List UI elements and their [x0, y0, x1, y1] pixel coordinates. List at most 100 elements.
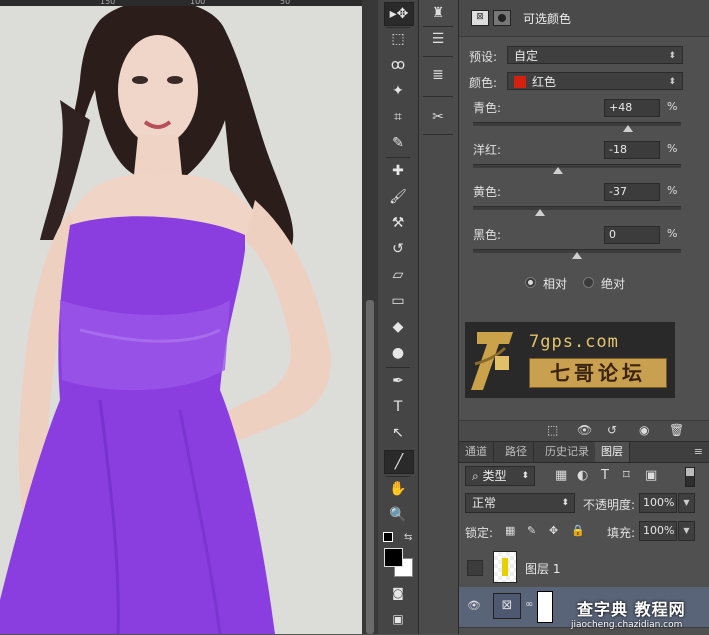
cyan-slider-track[interactable] [473, 122, 681, 126]
cyan-value-input[interactable]: +48 [604, 99, 660, 117]
paragraph-icon[interactable]: ≣ [427, 64, 449, 86]
dock-divider [423, 56, 453, 57]
magenta-value-input[interactable]: -18 [604, 141, 660, 159]
tool-divider [386, 367, 410, 368]
lock-all-icon[interactable]: 🔒 [571, 524, 585, 537]
fill-dropdown-button[interactable]: ▼ [678, 521, 695, 541]
lock-image-icon[interactable]: ✎ [527, 524, 536, 537]
black-pct: % [667, 227, 678, 240]
tab-layers[interactable]: 图层 [595, 442, 630, 462]
trash-icon[interactable]: 🗑 [669, 423, 684, 437]
magic-wand-tool-icon[interactable]: ✦ [384, 80, 412, 102]
eraser-tool-icon[interactable]: ▱ [384, 264, 412, 286]
colors-dropdown[interactable]: 红色 ⬍ [507, 72, 683, 90]
clip-to-layer-icon[interactable]: ⬚ [547, 423, 558, 437]
adjustment-layer-icon[interactable]: ⊠ [471, 10, 489, 26]
history-brush-tool-icon[interactable]: ↺ [384, 238, 412, 260]
yellow-slider-track[interactable] [473, 206, 681, 210]
opacity-dropdown-button[interactable]: ▼ [678, 493, 695, 513]
move-tool-icon[interactable]: ▸✥ [384, 2, 414, 26]
panel-menu-icon[interactable]: ≡ [694, 445, 703, 458]
view-previous-icon[interactable]: 👁 [577, 423, 592, 437]
cyan-label: 青色: [473, 101, 502, 115]
absolute-radio[interactable] [583, 277, 594, 288]
tool-divider [386, 476, 410, 477]
tab-paths[interactable]: 路径 [499, 442, 534, 462]
yellow-slider-thumb[interactable] [535, 209, 545, 216]
line-tool-icon[interactable]: ╱ [384, 450, 414, 474]
gradient-tool-icon[interactable]: ▭ [384, 290, 412, 312]
reset-icon[interactable]: ↺ [607, 423, 617, 437]
marquee-tool-icon[interactable]: ⬚ [384, 28, 412, 50]
adjustments-icon[interactable]: ☰ [427, 28, 449, 50]
magenta-slider-thumb[interactable] [553, 167, 563, 174]
filter-type-icon[interactable]: T [601, 468, 609, 483]
yellow-value-input[interactable]: -37 [604, 183, 660, 201]
hand-tool-icon[interactable]: ✋ [384, 478, 412, 500]
quick-mask-icon[interactable]: ◙ [384, 582, 412, 604]
properties-footer: ⬚ 👁 ↺ ◉ 🗑 [459, 420, 709, 441]
site-watermark: 查字典 教程网 jiaocheng.chazidian.com [571, 590, 709, 635]
filter-toggle[interactable] [685, 467, 695, 487]
cyan-slider-thumb[interactable] [623, 125, 633, 132]
swap-colors-icon[interactable]: ⇆ [404, 532, 412, 543]
brush-tool-icon[interactable]: 🖌 [384, 186, 412, 208]
tab-channels[interactable]: 通道 [459, 442, 494, 462]
filter-adjustment-icon[interactable]: ◐ [577, 468, 588, 483]
crop-tool-icon[interactable]: ⌗ [384, 106, 412, 128]
blend-mode-dropdown[interactable]: 正常 ⬍ [465, 493, 575, 513]
chevron-updown-icon: ⬍ [668, 51, 676, 61]
tab-history[interactable]: 历史记录 [539, 442, 596, 462]
mask-icon[interactable] [493, 10, 511, 26]
ruler-tick: 50 [280, 0, 291, 6]
properties-panel: ⊠ 可选颜色 预设: 自定 ⬍ 颜色: 红色 ⬍ 青色: +48 % 洋红: -… [459, 0, 709, 441]
chain-link-icon[interactable]: ∞ [525, 599, 533, 610]
dock-divider [423, 96, 453, 97]
zoom-tool-icon[interactable]: 🔍 [384, 504, 412, 526]
photo-woman-purple-dress [0, 0, 362, 634]
eyedropper-tool-icon[interactable]: ✎ [384, 132, 412, 154]
layers-panel: 通道 路径 历史记录 图层 ≡ ⌕ 类型 ⬍ ▦ ◐ T ⌑ ▣ 正常 ⬍ 不透… [459, 441, 709, 635]
lock-transparent-icon[interactable]: ▦ [505, 524, 515, 537]
filter-kind-dropdown[interactable]: ⌕ 类型 ⬍ [465, 466, 535, 486]
healing-brush-tool-icon[interactable]: ✚ [384, 160, 412, 182]
foreground-color-swatch[interactable] [384, 548, 403, 567]
colors-label: 颜色: [469, 76, 498, 90]
type-tool-icon[interactable]: T [384, 396, 412, 418]
collapsed-panel-dock: ♜ ☰ ≣ ✂ [419, 0, 459, 634]
document-canvas[interactable] [0, 0, 362, 634]
path-selection-tool-icon[interactable]: ↖ [384, 422, 412, 444]
default-colors-icon[interactable] [383, 532, 393, 542]
black-value-input[interactable]: 0 [604, 226, 660, 244]
visibility-toggle-empty[interactable] [467, 560, 483, 576]
blur-tool-icon[interactable]: ◆ [384, 316, 412, 338]
lock-position-icon[interactable]: ✥ [549, 524, 558, 537]
tools-icon[interactable]: ✂ [427, 106, 449, 128]
layer-mask-thumbnail[interactable] [537, 591, 553, 623]
lasso-tool-icon[interactable]: ꝏ [384, 54, 412, 76]
tool-presets-icon[interactable]: ♜ [427, 2, 449, 24]
screen-mode-icon[interactable]: ▣ [384, 608, 412, 630]
preset-dropdown[interactable]: 自定 ⬍ [507, 46, 683, 64]
filter-pixel-icon[interactable]: ▦ [555, 468, 567, 483]
dock-divider [423, 134, 453, 135]
colors-value: 红色 [532, 75, 557, 89]
opacity-input[interactable]: 100% [639, 493, 677, 513]
visibility-icon[interactable]: ◉ [639, 423, 649, 437]
filter-shape-icon[interactable]: ⌑ [623, 468, 630, 483]
layer-row[interactable]: 图层 1 [459, 547, 709, 588]
filter-smart-object-icon[interactable]: ▣ [645, 468, 657, 483]
tools-panel: ▸✥ ⬚ ꝏ ✦ ⌗ ✎ ✚ 🖌 ⚒ ↺ ▱ ▭ ◆ ● ✒ T ↖ ╱ ✋ 🔍… [378, 0, 419, 634]
pen-tool-icon[interactable]: ✒ [384, 370, 412, 392]
dodge-tool-icon[interactable]: ● [384, 342, 412, 364]
scrollbar-thumb[interactable] [366, 300, 374, 634]
layer-name[interactable]: 图层 1 [525, 560, 560, 577]
fill-input[interactable]: 100% [639, 521, 677, 541]
relative-radio[interactable] [525, 277, 536, 288]
forum-watermark: 7gps.com 七哥论坛 [465, 322, 675, 398]
black-slider-thumb[interactable] [572, 252, 582, 259]
black-label: 黑色: [473, 228, 502, 242]
clone-stamp-tool-icon[interactable]: ⚒ [384, 212, 412, 234]
eye-icon[interactable]: 👁 [467, 599, 481, 613]
magenta-slider-track[interactable] [473, 164, 681, 168]
